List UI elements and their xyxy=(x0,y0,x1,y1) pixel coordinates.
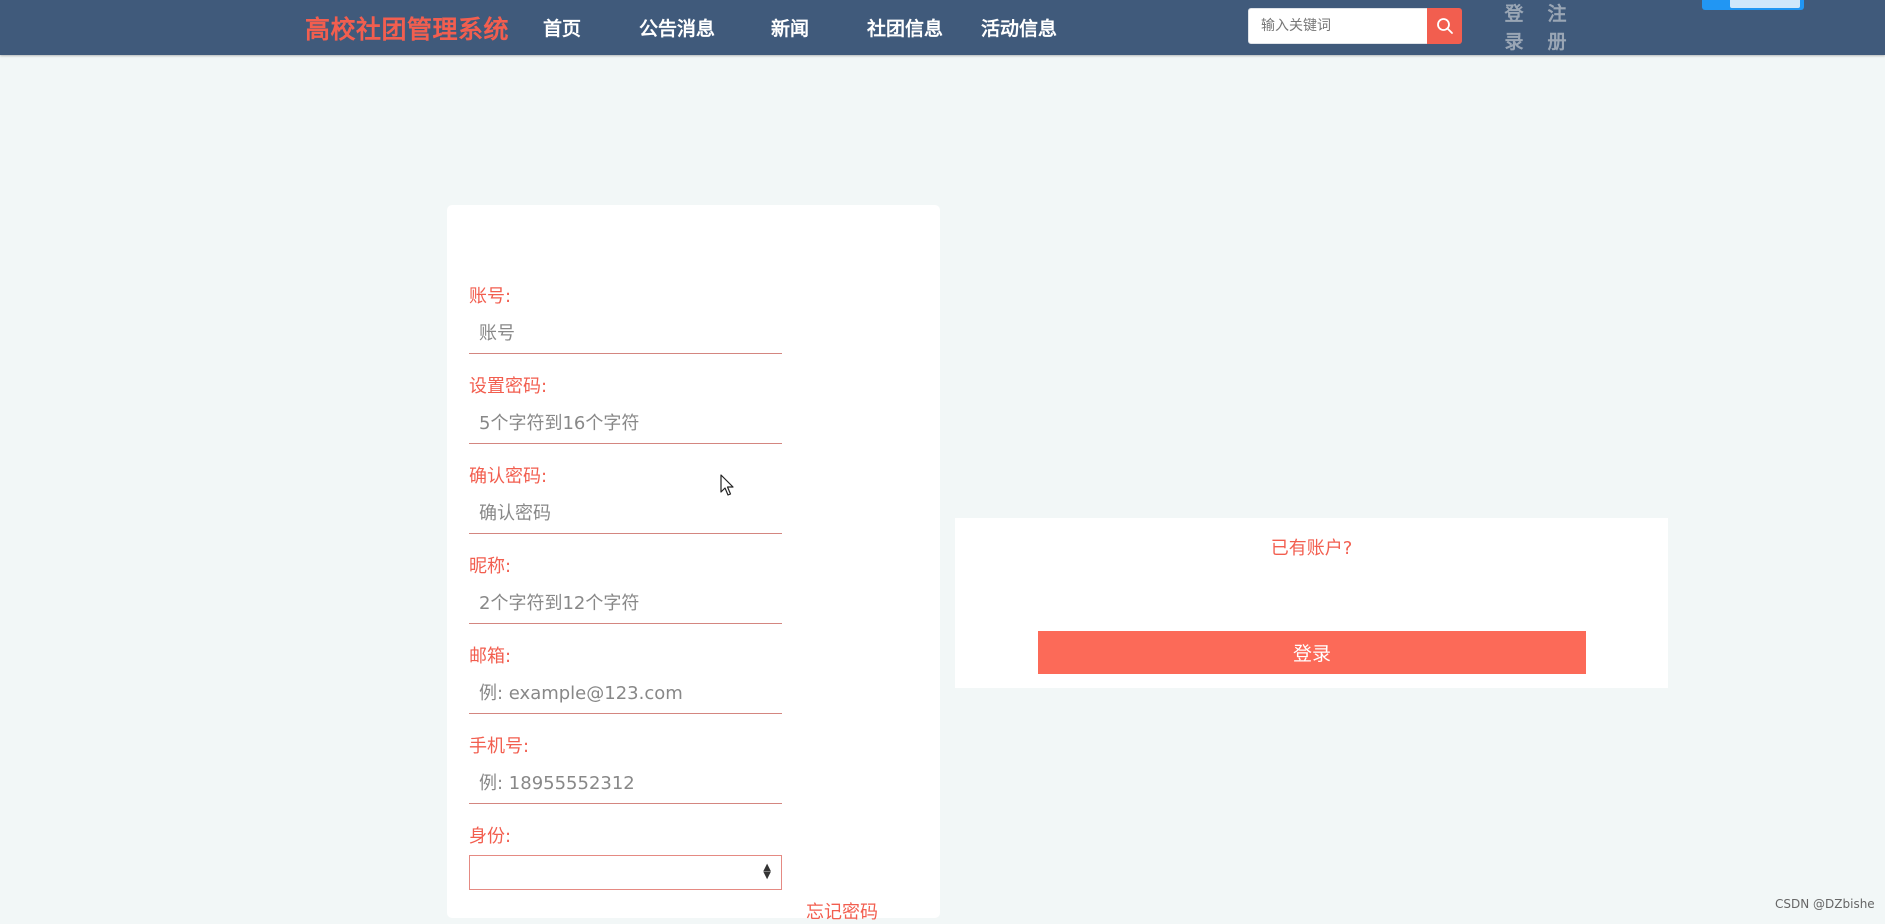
password-input[interactable] xyxy=(469,404,782,444)
register-link[interactable]: 注册 xyxy=(1546,0,1568,56)
nav-home[interactable]: 首页 xyxy=(543,14,581,41)
confirm-password-input[interactable] xyxy=(469,494,782,534)
email-label: 邮箱: xyxy=(469,646,512,667)
floating-badge[interactable] xyxy=(1702,0,1804,10)
login-button[interactable]: 登录 xyxy=(1038,631,1586,674)
nav-announcements[interactable]: 公告消息 xyxy=(639,14,715,41)
login-link[interactable]: 登录 xyxy=(1503,0,1525,56)
nav-activity-info[interactable]: 活动信息 xyxy=(981,14,1057,41)
top-navbar: 高校社团管理系统 首页 公告消息 新闻 社团信息 活动信息 登录 注册 xyxy=(0,0,1885,55)
phone-input[interactable] xyxy=(469,764,782,804)
email-input[interactable] xyxy=(469,674,782,714)
watermark: CSDN @DZbishe xyxy=(1775,897,1875,911)
forgot-password-link[interactable]: 忘记密码 xyxy=(806,898,878,924)
search-icon xyxy=(1436,18,1453,34)
nav-news[interactable]: 新闻 xyxy=(771,14,809,41)
mouse-cursor-icon xyxy=(720,474,734,496)
password-label: 设置密码: xyxy=(469,376,548,397)
confirm-password-label: 确认密码: xyxy=(469,466,548,487)
register-form-card xyxy=(447,205,940,918)
account-input[interactable] xyxy=(469,314,782,354)
nav-club-info[interactable]: 社团信息 xyxy=(867,14,943,41)
updown-caret-icon: ▲ ▼ xyxy=(763,862,771,881)
nickname-label: 昵称: xyxy=(469,556,512,577)
role-label: 身份: xyxy=(469,826,512,847)
site-brand[interactable]: 高校社团管理系统 xyxy=(305,10,509,46)
account-label: 账号: xyxy=(469,286,512,307)
badge-label-bg xyxy=(1730,0,1800,8)
phone-label: 手机号: xyxy=(469,736,530,757)
have-account-text: 已有账户? xyxy=(1270,538,1353,559)
search-input[interactable] xyxy=(1248,8,1428,44)
role-select[interactable]: ▲ ▼ xyxy=(469,855,782,890)
search-button[interactable] xyxy=(1427,8,1462,44)
nickname-input[interactable] xyxy=(469,584,782,624)
